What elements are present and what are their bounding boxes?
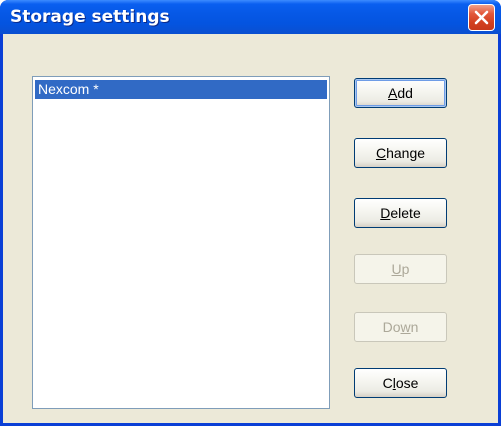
- dialog-client-area: Nexcom * Add Change Delete Up Down Close: [3, 34, 498, 423]
- down-label-pre: Do: [382, 319, 401, 335]
- down-label-rest: n: [410, 319, 419, 335]
- delete-mnemonic: D: [380, 205, 391, 221]
- title-bar[interactable]: Storage settings: [0, 0, 501, 34]
- delete-label-rest: elete: [390, 205, 421, 221]
- down-mnemonic: w: [400, 319, 411, 335]
- delete-button[interactable]: Delete: [354, 198, 447, 228]
- add-button[interactable]: Add: [354, 78, 447, 108]
- list-item-nexcom[interactable]: Nexcom *: [35, 80, 327, 99]
- close-window-button[interactable]: [468, 4, 495, 31]
- up-label-rest: p: [401, 261, 410, 277]
- close-label-rest: ose: [395, 375, 419, 391]
- down-button[interactable]: Down: [354, 312, 447, 342]
- change-button[interactable]: Change: [354, 138, 447, 168]
- add-label-rest: dd: [397, 85, 413, 101]
- storage-list[interactable]: Nexcom *: [32, 76, 330, 409]
- close-label-pre: C: [382, 375, 393, 391]
- up-button[interactable]: Up: [354, 254, 447, 284]
- change-label-rest: hange: [386, 145, 426, 161]
- change-mnemonic: C: [375, 145, 387, 161]
- up-mnemonic: U: [391, 261, 402, 277]
- close-x-icon: [474, 10, 489, 25]
- storage-settings-dialog: Storage settings Nexcom * Add Change Del…: [0, 0, 501, 426]
- close-button[interactable]: Close: [354, 368, 447, 398]
- window-title: Storage settings: [10, 7, 170, 27]
- add-mnemonic: A: [388, 85, 398, 101]
